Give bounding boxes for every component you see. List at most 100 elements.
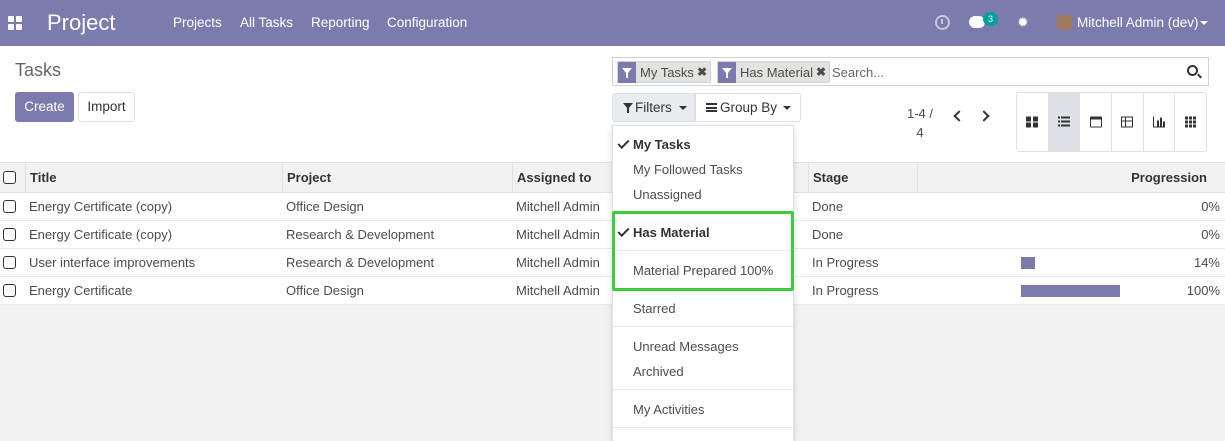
progress-bar bbox=[1021, 285, 1120, 297]
top-navbar: Project Projects All Tasks Reporting Con… bbox=[0, 0, 1225, 46]
cell-stage: In Progress bbox=[812, 255, 879, 270]
filter-icon bbox=[623, 103, 633, 113]
facet-my-tasks: My Tasks ✖ bbox=[617, 61, 711, 83]
cell-assigned: Mitchell Admin bbox=[516, 199, 600, 214]
highlight-box bbox=[612, 211, 794, 291]
column-project[interactable]: Project bbox=[282, 163, 513, 193]
pager-total: 4 bbox=[916, 125, 924, 140]
chevron-right-icon[interactable] bbox=[978, 110, 990, 122]
divider bbox=[613, 389, 793, 390]
divider bbox=[613, 427, 793, 428]
facet-has-material: Has Material ✖ bbox=[717, 61, 831, 83]
row-checkbox[interactable] bbox=[3, 228, 16, 241]
close-icon[interactable]: ✖ bbox=[816, 65, 829, 79]
breadcrumb: Tasks bbox=[15, 60, 62, 80]
pivot-icon bbox=[1121, 116, 1134, 128]
cell-assigned: Mitchell Admin bbox=[516, 255, 600, 270]
filters-button[interactable]: Filters bbox=[612, 93, 695, 122]
cell-assigned: Mitchell Admin bbox=[516, 227, 600, 242]
cell-stage: Done bbox=[812, 199, 844, 214]
groupby-label: Group By bbox=[720, 100, 778, 115]
app-brand[interactable]: Project bbox=[47, 10, 115, 36]
cell-project: Research & Development bbox=[286, 227, 435, 242]
filter-my-tasks[interactable]: My Tasks bbox=[633, 137, 691, 152]
cell-assigned: Mitchell Admin bbox=[516, 283, 600, 298]
cell-title: Energy Certificate bbox=[29, 283, 133, 298]
menu-projects[interactable]: Projects bbox=[173, 15, 222, 30]
bug-icon[interactable]: ✹ bbox=[1017, 14, 1029, 31]
avatar[interactable] bbox=[1057, 15, 1072, 30]
filter-my-activities[interactable]: My Activities bbox=[633, 402, 705, 417]
progress-value: 0% bbox=[1201, 199, 1220, 214]
activity-view-button[interactable] bbox=[1175, 93, 1206, 151]
kanban-view-button[interactable] bbox=[1017, 93, 1049, 151]
column-stage[interactable]: Stage bbox=[808, 163, 918, 193]
groupby-button[interactable]: Group By bbox=[695, 93, 801, 122]
apps-menu-icon[interactable] bbox=[8, 16, 22, 30]
progress-value: 0% bbox=[1201, 227, 1220, 242]
search-bar[interactable]: My Tasks ✖ Has Material ✖ bbox=[612, 57, 1209, 86]
graph-view-button[interactable] bbox=[1144, 93, 1176, 151]
chat-badge: 3 bbox=[983, 12, 998, 26]
cell-project: Office Design bbox=[286, 283, 364, 298]
chevron-left-icon[interactable] bbox=[953, 110, 965, 122]
clock-icon[interactable] bbox=[935, 15, 950, 30]
cell-title: User interface improvements bbox=[29, 255, 196, 270]
column-progression[interactable]: Progression bbox=[917, 163, 1225, 193]
progress-bar bbox=[1021, 257, 1120, 269]
kanban-icon bbox=[1026, 116, 1039, 128]
progress-value: 100% bbox=[1186, 283, 1220, 298]
progress-value: 14% bbox=[1193, 255, 1220, 270]
facet-label: My Tasks bbox=[640, 64, 694, 80]
cell-stage: Done bbox=[812, 227, 844, 242]
select-all-checkbox[interactable] bbox=[3, 171, 16, 184]
import-button[interactable]: Import bbox=[78, 92, 135, 122]
progress-fill bbox=[1021, 257, 1035, 269]
chevron-down-icon bbox=[783, 106, 791, 110]
filter-unread-messages[interactable]: Unread Messages bbox=[633, 339, 739, 354]
row-checkbox[interactable] bbox=[3, 284, 16, 297]
close-icon[interactable]: ✖ bbox=[697, 65, 710, 79]
search-input[interactable] bbox=[832, 62, 1172, 82]
filter-icon bbox=[618, 61, 636, 83]
calendar-view-button[interactable] bbox=[1080, 93, 1113, 151]
bars-icon bbox=[706, 103, 717, 112]
menu-all-tasks[interactable]: All Tasks bbox=[240, 15, 293, 30]
chevron-down-icon bbox=[1200, 21, 1208, 25]
pager-range: 1-4 / bbox=[906, 106, 933, 121]
list-icon bbox=[1058, 116, 1070, 128]
chevron-down-icon bbox=[679, 106, 687, 110]
graph-icon bbox=[1153, 116, 1166, 128]
user-menu[interactable]: Mitchell Admin (dev) bbox=[1077, 15, 1199, 30]
pager-value[interactable]: 1-4 / 4 bbox=[900, 104, 940, 142]
filter-icon bbox=[718, 61, 736, 83]
search-icon[interactable] bbox=[1187, 65, 1198, 76]
calendar-icon bbox=[1089, 116, 1102, 128]
menu-configuration[interactable]: Configuration bbox=[387, 15, 467, 30]
view-switcher bbox=[1016, 92, 1207, 152]
progress-bar bbox=[1021, 229, 1120, 241]
activity-icon bbox=[1184, 116, 1197, 128]
filter-starred[interactable]: Starred bbox=[633, 301, 676, 316]
cell-title: Energy Certificate (copy) bbox=[29, 199, 173, 214]
divider bbox=[613, 326, 793, 327]
check-icon bbox=[617, 136, 630, 150]
cell-title: Energy Certificate (copy) bbox=[29, 227, 173, 242]
column-title[interactable]: Title bbox=[25, 163, 283, 193]
cell-project: Research & Development bbox=[286, 255, 435, 270]
pivot-view-button[interactable] bbox=[1112, 93, 1144, 151]
row-checkbox[interactable] bbox=[3, 200, 16, 213]
progress-bar bbox=[1021, 201, 1120, 213]
list-view-button[interactable] bbox=[1048, 93, 1081, 151]
filter-my-followed-tasks[interactable]: My Followed Tasks bbox=[633, 162, 743, 177]
filter-unassigned[interactable]: Unassigned bbox=[633, 187, 702, 202]
menu-reporting[interactable]: Reporting bbox=[311, 15, 370, 30]
filters-label: Filters bbox=[635, 100, 672, 115]
filter-archived[interactable]: Archived bbox=[633, 364, 684, 379]
row-checkbox[interactable] bbox=[3, 256, 16, 269]
progress-fill bbox=[1021, 285, 1120, 297]
facet-label: Has Material bbox=[740, 64, 813, 80]
cell-stage: In Progress bbox=[812, 283, 879, 298]
cell-project: Office Design bbox=[286, 199, 364, 214]
create-button[interactable]: Create bbox=[15, 92, 74, 122]
